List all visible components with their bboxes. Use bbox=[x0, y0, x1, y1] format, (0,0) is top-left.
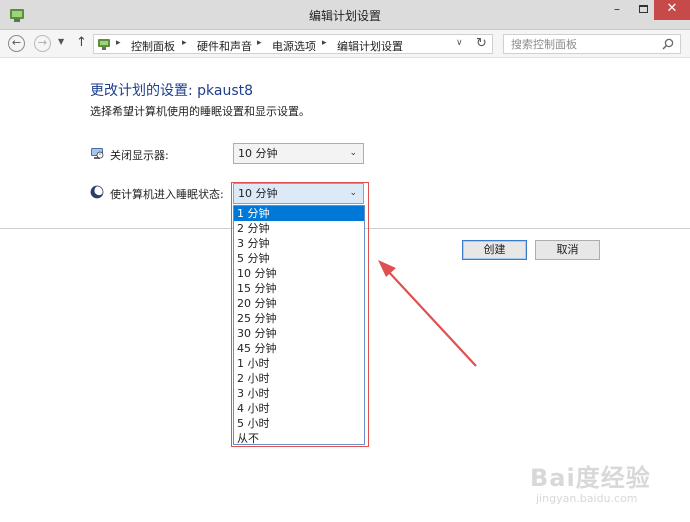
sleep-option[interactable]: 20 分钟 bbox=[234, 296, 364, 311]
sleep-option[interactable]: 5 小时 bbox=[234, 416, 364, 431]
chevron-down-icon: ⌄ bbox=[349, 148, 357, 158]
breadcrumb-separator: ▸ bbox=[322, 38, 327, 48]
sleep-option[interactable]: 3 小时 bbox=[234, 386, 364, 401]
breadcrumb-hardware-sound[interactable]: 硬件和声音 bbox=[197, 38, 252, 54]
create-button[interactable]: 创建 bbox=[462, 240, 527, 260]
moon-icon bbox=[90, 185, 104, 199]
display-off-value: 10 分钟 bbox=[238, 147, 278, 160]
sleep-option[interactable]: 2 分钟 bbox=[234, 221, 364, 236]
breadcrumb-edit-plan[interactable]: 编辑计划设置 bbox=[337, 38, 403, 54]
sleep-value: 10 分钟 bbox=[238, 187, 278, 200]
page-subtitle: 选择希望计算机使用的睡眠设置和显示设置。 bbox=[90, 105, 310, 118]
sleep-select[interactable]: 10 分钟 ⌄ bbox=[233, 183, 364, 204]
search-icon[interactable] bbox=[662, 38, 674, 50]
display-off-label: 关闭显示器: bbox=[110, 149, 169, 162]
breadcrumb-control-panel[interactable]: 控制面板 bbox=[131, 38, 175, 54]
close-button[interactable]: ✕ bbox=[654, 0, 690, 20]
sleep-options-list[interactable]: 1 分钟 2 分钟 3 分钟 5 分钟 10 分钟 15 分钟 20 分钟 25… bbox=[233, 205, 365, 445]
sleep-option[interactable]: 5 分钟 bbox=[234, 251, 364, 266]
maximize-button[interactable] bbox=[630, 0, 656, 20]
sleep-option[interactable]: 10 分钟 bbox=[234, 266, 364, 281]
sleep-option[interactable]: 1 分钟 bbox=[234, 206, 364, 221]
sleep-option[interactable]: 4 小时 bbox=[234, 401, 364, 416]
address-dropdown-icon[interactable]: ∨ bbox=[456, 38, 463, 48]
address-bar[interactable]: ▸ 控制面板 ▸ 硬件和声音 ▸ 电源选项 ▸ 编辑计划设置 ∨ ↻ bbox=[93, 34, 493, 54]
sleep-option[interactable]: 1 小时 bbox=[234, 356, 364, 371]
sleep-option[interactable]: 3 分钟 bbox=[234, 236, 364, 251]
title-bar: 编辑计划设置 – ✕ bbox=[0, 0, 690, 30]
back-button[interactable]: ← bbox=[8, 35, 25, 52]
sleep-label: 使计算机进入睡眠状态: bbox=[110, 188, 224, 201]
sleep-option[interactable]: 45 分钟 bbox=[234, 341, 364, 356]
baidu-watermark-url: jingyan.baidu.com bbox=[536, 492, 638, 505]
breadcrumb-power-options[interactable]: 电源选项 bbox=[272, 38, 316, 54]
window-title: 编辑计划设置 bbox=[308, 9, 381, 23]
refresh-icon[interactable]: ↻ bbox=[476, 36, 487, 51]
minimize-button[interactable]: – bbox=[604, 0, 630, 20]
sleep-option[interactable]: 15 分钟 bbox=[234, 281, 364, 296]
sleep-option[interactable]: 25 分钟 bbox=[234, 311, 364, 326]
sleep-option[interactable]: 30 分钟 bbox=[234, 326, 364, 341]
search-input[interactable] bbox=[503, 34, 681, 54]
control-panel-icon bbox=[98, 39, 110, 50]
navigation-bar: ← → ▼ ↑ ▸ 控制面板 ▸ 硬件和声音 ▸ 电源选项 ▸ 编辑计划设置 ∨… bbox=[0, 30, 690, 58]
display-off-select[interactable]: 10 分钟 ⌄ bbox=[233, 143, 364, 164]
maximize-icon bbox=[638, 5, 648, 13]
baidu-watermark-logo: Bai度经验 bbox=[530, 464, 651, 492]
breadcrumb-separator: ▸ bbox=[257, 38, 262, 48]
up-button[interactable]: ↑ bbox=[76, 35, 87, 50]
chevron-down-icon: ⌄ bbox=[349, 188, 357, 198]
monitor-clock-icon bbox=[91, 148, 104, 159]
cancel-button[interactable]: 取消 bbox=[535, 240, 600, 260]
breadcrumb-separator: ▸ bbox=[116, 38, 121, 48]
recent-pages-dropdown[interactable]: ▼ bbox=[58, 37, 64, 46]
breadcrumb-separator: ▸ bbox=[182, 38, 187, 48]
sleep-option[interactable]: 从不 bbox=[234, 431, 364, 446]
sleep-option[interactable]: 2 小时 bbox=[234, 371, 364, 386]
page-title: 更改计划的设置: pkaust8 bbox=[90, 83, 254, 99]
forward-button[interactable]: → bbox=[34, 35, 51, 52]
